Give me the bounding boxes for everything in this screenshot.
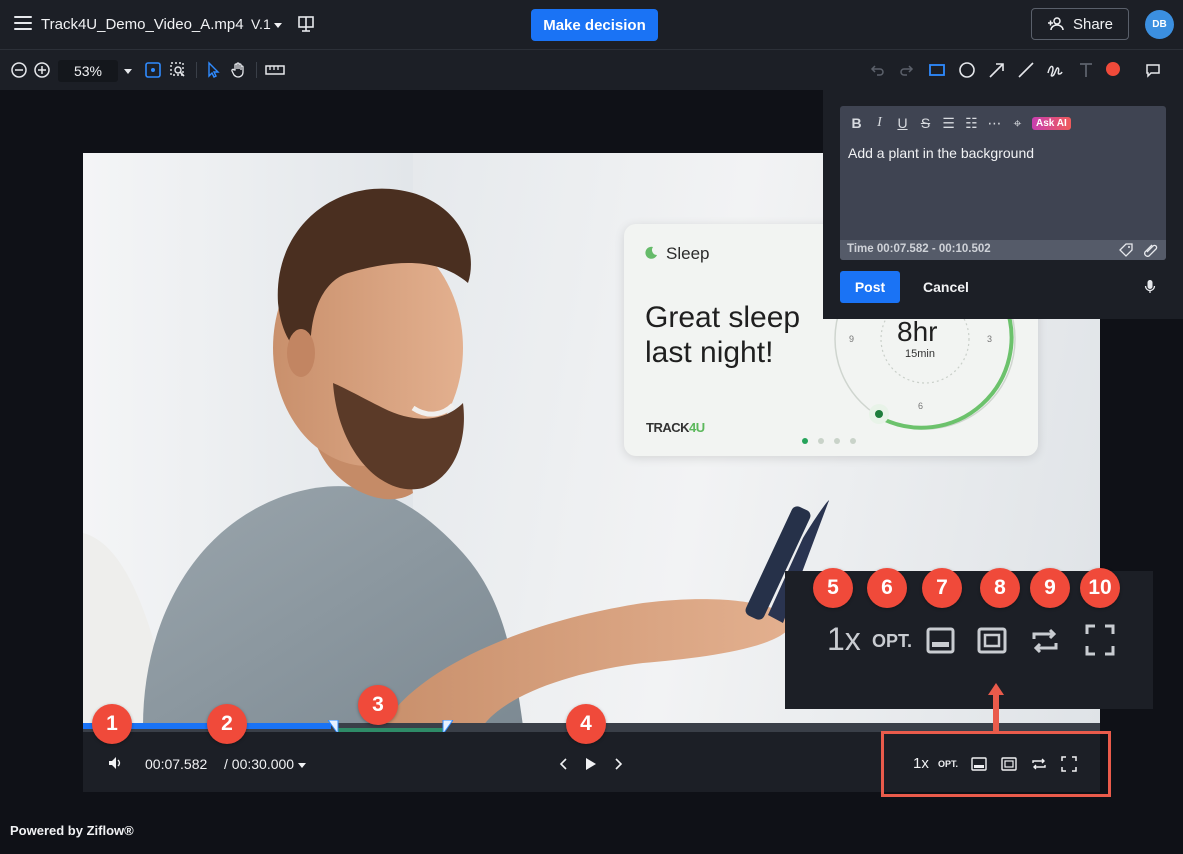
bold-icon[interactable]: B (848, 115, 865, 131)
annotation-badge: 2 (207, 704, 247, 744)
moon-icon (645, 246, 657, 259)
callout-fullscreen-icon (1085, 624, 1115, 656)
text-tool-icon[interactable] (1077, 61, 1095, 79)
carousel-dots (802, 438, 856, 444)
dial-number: 6 (918, 401, 924, 411)
dial-number: 3 (987, 334, 993, 344)
top-bar: Track4U_Demo_Video_A.mp4 V.1 Make decisi… (0, 0, 1183, 50)
more-icon[interactable]: ⋯ (986, 115, 1003, 132)
version-dropdown[interactable]: V.1 (251, 16, 282, 32)
chevron-down-icon (273, 22, 282, 28)
brand-accent: 4U (689, 420, 705, 435)
sleep-minutes: 15min (905, 348, 935, 360)
zoom-dropdown-icon[interactable] (124, 69, 132, 74)
current-time: 00:07.582 (145, 756, 208, 772)
duration-dropdown[interactable]: / 00:30.000 (224, 756, 306, 772)
italic-icon[interactable]: I (871, 115, 888, 131)
comment-time-range: Time 00:07.582 - 00:10.502 (847, 243, 991, 255)
volume-icon[interactable] (107, 755, 123, 771)
annotation-badge: 8 (980, 568, 1020, 608)
color-picker-icon[interactable] (1104, 61, 1122, 79)
dial-number: 9 (849, 334, 855, 344)
annotation-badge: 1 (92, 704, 132, 744)
avatar[interactable]: DB (1145, 10, 1174, 39)
callout-frame-icon (977, 627, 1007, 654)
microphone-icon[interactable] (1144, 279, 1156, 295)
undo-icon[interactable] (868, 61, 886, 79)
comment-popup: B I U S ☰ ☷ ⋯ ⌖ Ask AI Add a plant in th… (823, 90, 1183, 319)
comment-editor[interactable]: B I U S ☰ ☷ ⋯ ⌖ Ask AI Add a plant in th… (840, 106, 1166, 260)
callout-captions-icon (926, 627, 955, 654)
post-button[interactable]: Post (840, 271, 900, 303)
tag-icon[interactable] (1119, 243, 1134, 257)
add-user-icon (1047, 17, 1064, 31)
cancel-button[interactable]: Cancel (923, 279, 969, 295)
callout-quality: OPT. (872, 631, 913, 651)
zoom-in-icon[interactable] (33, 61, 51, 79)
powered-by-label: Powered by Ziflow® (10, 823, 134, 838)
redo-icon[interactable] (898, 61, 916, 79)
pen-cursor-icon[interactable]: ⌖ (1009, 115, 1026, 132)
annotation-toolbar: 53% (0, 50, 1183, 90)
callout-loop-icon (1032, 628, 1058, 654)
bullet-list-icon[interactable]: ☰ (940, 115, 957, 132)
circle-tool-icon[interactable] (958, 61, 976, 79)
brand-text: TRACK (646, 420, 690, 435)
card-title: Sleep (666, 244, 710, 263)
share-button[interactable]: Share (1031, 8, 1129, 40)
compare-versions-icon[interactable] (297, 15, 315, 33)
annotation-badge: 4 (566, 704, 606, 744)
previous-frame-icon[interactable] (559, 757, 569, 771)
brand-logo: TRACK4U (646, 420, 705, 435)
next-frame-icon[interactable] (613, 757, 623, 771)
attachment-icon[interactable] (1143, 243, 1159, 257)
file-name: Track4U_Demo_Video_A.mp4 (41, 16, 244, 33)
arrow-tool-icon[interactable] (988, 61, 1006, 79)
comment-input[interactable]: Add a plant in the background (848, 145, 1034, 161)
annotation-badge: 7 (922, 568, 962, 608)
freehand-tool-icon[interactable] (1046, 61, 1064, 79)
divider (196, 62, 197, 78)
underline-icon[interactable]: U (894, 115, 911, 131)
divider (256, 62, 257, 78)
sleep-hours: 8hr (897, 316, 938, 347)
zoom-level[interactable]: 53% (58, 60, 118, 82)
annotation-badge: 9 (1030, 568, 1070, 608)
rectangle-tool-icon[interactable] (928, 61, 946, 79)
callout-speed: 1x (827, 621, 861, 657)
comment-footer: Time 00:07.582 - 00:10.502 (840, 240, 1166, 260)
play-icon[interactable] (585, 757, 597, 771)
make-decision-button[interactable]: Make decision (531, 9, 658, 41)
chevron-down-icon (297, 762, 306, 768)
hand-pan-icon[interactable] (230, 61, 248, 79)
comment-panel-icon[interactable] (1144, 61, 1162, 79)
strikethrough-icon[interactable]: S (917, 115, 934, 131)
annotation-badge: 6 (867, 568, 907, 608)
fit-to-screen-icon[interactable] (144, 61, 162, 79)
ruler-icon[interactable] (265, 61, 285, 79)
duration-label: / 00:30.000 (224, 756, 295, 772)
ask-ai-button[interactable]: Ask AI (1032, 116, 1071, 130)
annotation-badge: 5 (813, 568, 853, 608)
version-label: V.1 (251, 16, 271, 32)
menu-icon[interactable] (14, 16, 32, 30)
line-tool-icon[interactable] (1017, 61, 1035, 79)
annotation-badge: 3 (358, 685, 398, 725)
card-headline: Great sleep last night! (645, 301, 801, 369)
numbered-list-icon[interactable]: ☷ (963, 115, 980, 132)
select-pointer-icon[interactable] (204, 61, 222, 79)
zoom-selection-icon[interactable] (169, 61, 187, 79)
highlight-box (881, 731, 1111, 797)
share-label: Share (1072, 15, 1114, 33)
annotation-badge: 10 (1080, 568, 1120, 608)
zoom-out-icon[interactable] (10, 61, 28, 79)
format-toolbar: B I U S ☰ ☷ ⋯ ⌖ Ask AI (848, 114, 1071, 132)
arrow-up-icon (988, 683, 1004, 731)
